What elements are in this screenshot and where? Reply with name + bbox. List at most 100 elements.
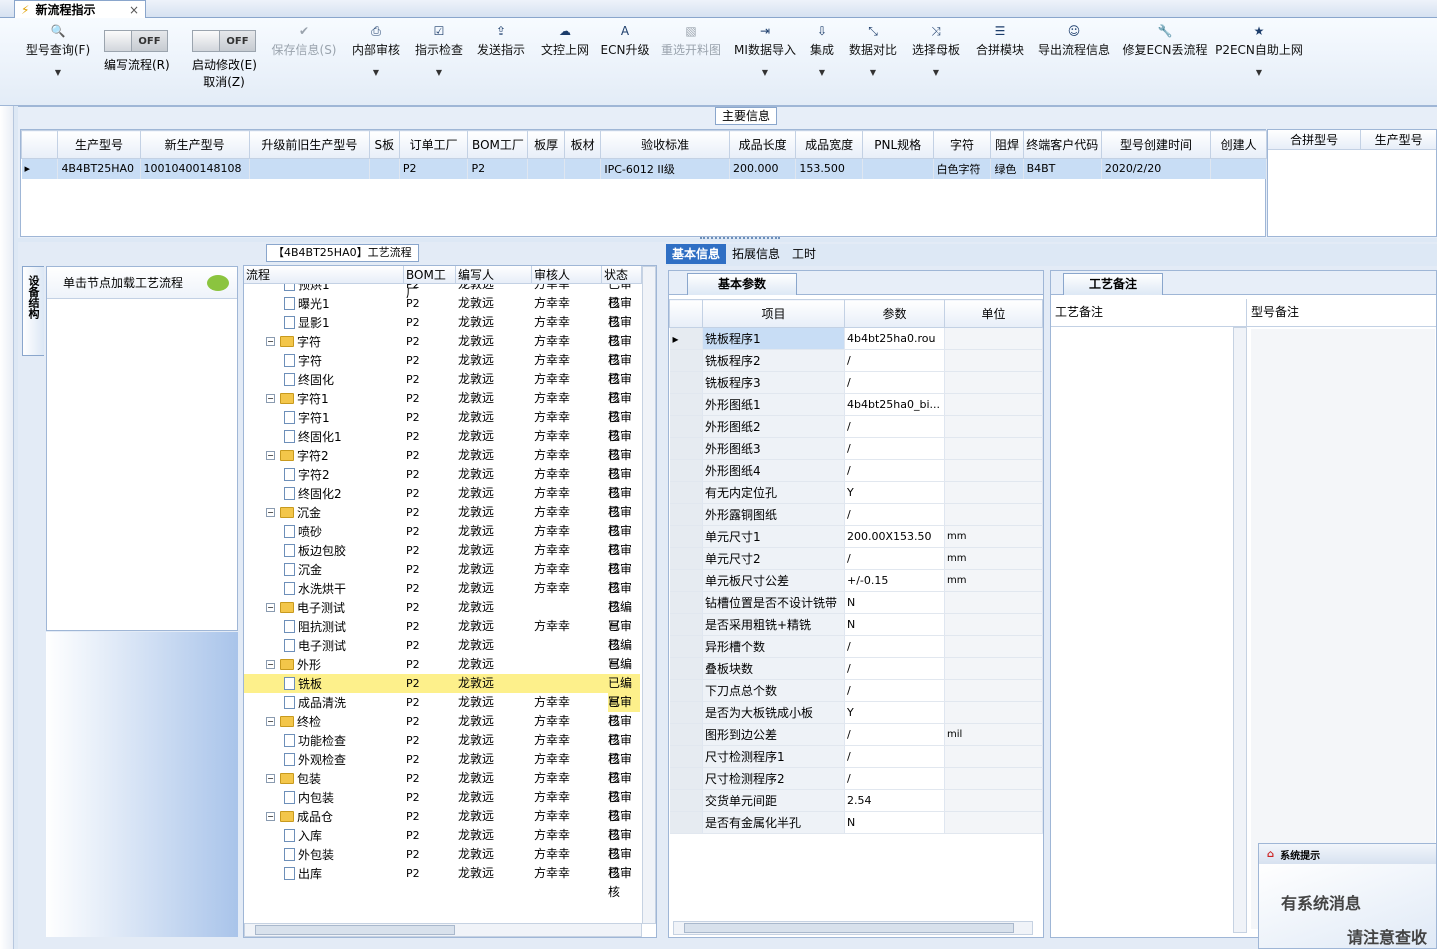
mother-button[interactable]: ⤨ 选择母板 ▼ xyxy=(912,18,960,77)
param-row[interactable]: 钻槽位置是否不设计铣带 N xyxy=(669,591,1043,614)
param-row[interactable]: 下刀点总个数 / xyxy=(669,679,1043,702)
tree-node[interactable]: 终固化 xyxy=(244,370,404,389)
flow-tree-row[interactable]: 喷砂 P2 龙敦远 方幸幸 已审核 xyxy=(244,522,640,557)
flow-tree-row[interactable]: 阻抗测试 P2 龙敦远 方幸幸 已审核 xyxy=(244,617,640,652)
tab-detail-1[interactable]: 拓展信息 xyxy=(726,244,786,264)
column-header[interactable]: 验收标准 xyxy=(600,130,730,159)
flow-tree-row[interactable]: − 电子测试 P2 龙敦远 已编写 xyxy=(244,598,640,633)
flow-tree-row[interactable]: 终固化 P2 龙敦远 方幸幸 已审核 xyxy=(244,370,640,405)
tree-node[interactable]: 外包装 xyxy=(244,845,404,864)
table-cell[interactable]: P2 xyxy=(399,158,469,179)
editflow-toggle[interactable]: OFF xyxy=(104,30,168,52)
param-row[interactable]: 单元板尺寸公差 +/-0.15 mm xyxy=(669,569,1043,592)
tree-node[interactable]: − 包装 xyxy=(244,769,404,788)
flow-tree-row[interactable]: 内包装 P2 龙敦远 方幸幸 已审核 xyxy=(244,788,640,823)
param-value-cell[interactable]: Y xyxy=(844,701,945,724)
table-cell[interactable]: 2020/2/20 xyxy=(1101,158,1212,179)
column-header[interactable]: 成品长度 xyxy=(728,130,797,159)
param-row[interactable]: 外形图纸4/ xyxy=(669,459,1043,482)
mi-button[interactable]: ⇥ MI数据导入 ▼ xyxy=(734,18,796,77)
chevron-down-icon[interactable]: ▼ xyxy=(1256,68,1262,77)
ecn-button[interactable]: A ECN升级 xyxy=(601,18,650,58)
tab-new-flow[interactable]: ⚡ 新流程指示 × xyxy=(14,0,146,18)
column-header[interactable]: 字符 xyxy=(932,130,992,159)
param-row[interactable]: ▸ 铣板程序1 4b4bt25ha0.rou xyxy=(669,327,1043,350)
param-value-cell[interactable]: / xyxy=(844,679,945,702)
table-cell[interactable]: B4BT xyxy=(1023,158,1102,179)
column-header[interactable]: S板 xyxy=(368,130,400,159)
flow-column-header[interactable]: 审核人 xyxy=(532,266,602,283)
flow-tree-row[interactable]: − 字符 P2 龙敦远 方幸幸 已审核 xyxy=(244,332,640,367)
system-notice-popup[interactable]: ⌂ 系统提示 有系统消息 请注意查收 xyxy=(1258,843,1437,949)
param-row[interactable]: 尺寸检测程序2/ xyxy=(669,767,1043,790)
column-header[interactable]: 升级前旧生产型号 xyxy=(248,130,370,159)
tab-process-remarks[interactable]: 工艺备注 xyxy=(1063,273,1163,295)
param-value-cell[interactable]: / xyxy=(844,635,945,658)
param-value-cell[interactable]: / xyxy=(844,767,945,790)
model-remark-input[interactable] xyxy=(1251,329,1435,929)
param-value-cell[interactable]: / xyxy=(844,547,945,570)
param-row[interactable]: 是否有金属化半孔 N xyxy=(669,811,1043,834)
chevron-down-icon[interactable]: ▼ xyxy=(373,68,379,77)
param-row[interactable]: 是否为大板铣成小板 Y xyxy=(669,701,1043,724)
table-cell[interactable] xyxy=(564,158,602,179)
table-cell[interactable]: 10010400148108 xyxy=(140,158,250,179)
column-header[interactable]: 成品宽度 xyxy=(795,130,863,159)
param-value-cell[interactable]: / xyxy=(844,371,945,394)
params-column-header[interactable]: 参数 xyxy=(844,299,945,328)
tree-node[interactable]: 字符2 xyxy=(244,465,404,484)
flow-tree-row[interactable]: 预烘1 P2 龙敦远 方幸幸 已审核 xyxy=(244,284,640,310)
flow-tree-row[interactable]: 字符2 P2 龙敦远 方幸幸 已审核 xyxy=(244,465,640,500)
param-value-cell[interactable]: / xyxy=(844,459,945,482)
column-header[interactable]: 新生产型号 xyxy=(139,130,250,159)
tree-node[interactable]: 沉金 xyxy=(244,560,404,579)
flow-tree-row[interactable]: 板边包胶 P2 龙敦远 方幸幸 已审核 xyxy=(244,541,640,576)
column-header[interactable]: 创建人 xyxy=(1210,130,1267,159)
column-header[interactable]: 板厚 xyxy=(527,130,565,159)
collapse-icon[interactable]: − xyxy=(266,660,275,669)
params-column-header[interactable]: 单位 xyxy=(944,299,1043,328)
param-value-cell[interactable]: 4b4bt25ha0.rou xyxy=(844,327,945,350)
param-value-cell[interactable]: / xyxy=(844,349,945,372)
tree-node[interactable]: 字符 xyxy=(244,351,404,370)
param-value-cell[interactable]: / xyxy=(844,657,945,680)
reselect-button[interactable]: ▧ 重选开料图 xyxy=(661,18,721,58)
flow-tree-row[interactable]: 显影1 P2 龙敦远 方幸幸 已审核 xyxy=(244,313,640,348)
collapse-icon[interactable]: − xyxy=(266,394,275,403)
compare-button[interactable]: ⤡ 数据对比 ▼ xyxy=(849,18,897,77)
param-row[interactable]: 叠板块数 / xyxy=(669,657,1043,680)
startedit-toggle[interactable]: OFF xyxy=(192,30,256,52)
table-cell[interactable]: P2 xyxy=(467,158,529,179)
tree-node[interactable]: 水洗烘干 xyxy=(244,579,404,598)
param-value-cell[interactable]: N xyxy=(844,613,945,636)
flow-column-header[interactable]: 流程 xyxy=(244,266,404,283)
collapse-icon[interactable]: − xyxy=(266,603,275,612)
param-row[interactable]: 有无内定位孔 Y xyxy=(669,481,1043,504)
flow-tree-row[interactable]: − 沉金 P2 龙敦远 方幸幸 已审核 xyxy=(244,503,640,538)
flow-tree-row[interactable]: −外形P2龙敦远已编写 xyxy=(244,655,640,690)
flow-tree-row[interactable]: 铣板 P2 龙敦远 已编写 xyxy=(244,674,640,712)
flow-tree-row[interactable]: 电子测试 P2 龙敦远 已编写 xyxy=(244,636,640,671)
param-value-cell[interactable]: / xyxy=(844,503,945,526)
column-header[interactable]: BOM工厂 xyxy=(467,130,529,159)
column-header[interactable]: 板材 xyxy=(563,130,602,159)
param-row[interactable]: 尺寸检测程序1/ xyxy=(669,745,1043,768)
chevron-down-icon[interactable]: ▼ xyxy=(819,68,825,77)
flow-tree-row[interactable]: − 字符1 P2 龙敦远 方幸幸 已审核 xyxy=(244,389,640,424)
vertical-tab-equipment[interactable]: 设备结构 xyxy=(22,266,44,356)
flow-tree-row[interactable]: − 终检 P2 龙敦远 方幸幸 已审核 xyxy=(244,712,640,747)
tree-node[interactable]: 板边包胶 xyxy=(244,541,404,560)
chevron-down-icon[interactable]: ▼ xyxy=(436,68,442,77)
flow-tree-row[interactable]: − 字符2 P2 龙敦远 方幸幸 已审核 xyxy=(244,446,640,481)
splitter-handle[interactable] xyxy=(700,237,780,240)
param-value-cell[interactable]: N xyxy=(844,591,945,614)
tab-detail-2[interactable]: 工时 xyxy=(786,244,822,264)
tree-node[interactable]: 显影1 xyxy=(244,313,404,332)
param-row[interactable]: 是否采用粗铣+精铣 N xyxy=(669,613,1043,636)
merge-button[interactable]: ☰ 合拼模块 xyxy=(976,18,1024,58)
table-cell[interactable]: 200.000 xyxy=(729,158,797,179)
table-cell[interactable] xyxy=(249,158,370,179)
param-row[interactable]: 铣板程序2/ xyxy=(669,349,1043,372)
table-cell[interactable] xyxy=(862,158,934,179)
param-value-cell[interactable]: / xyxy=(844,415,945,438)
